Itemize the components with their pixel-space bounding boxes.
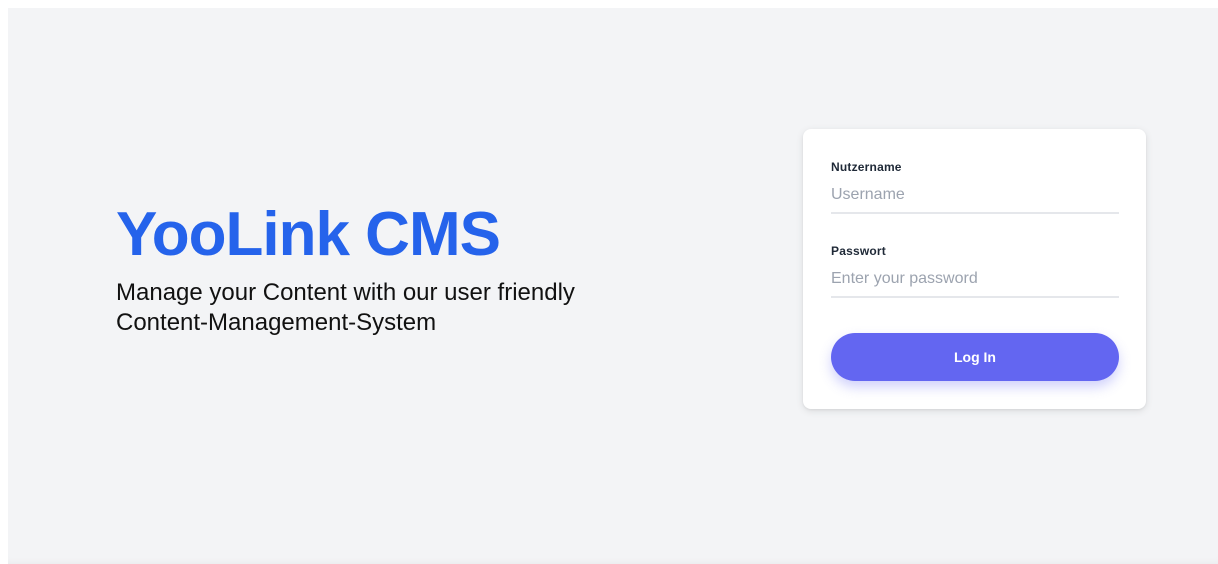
login-card: Nutzername Passwort Log In bbox=[803, 129, 1146, 409]
brand-title: YooLink CMS bbox=[116, 200, 501, 269]
page-background: YooLink CMS Manage your Content with our… bbox=[8, 8, 1218, 564]
password-field-group: Passwort bbox=[831, 244, 1119, 298]
username-field-group: Nutzername bbox=[831, 160, 1119, 214]
username-input[interactable] bbox=[831, 178, 1119, 214]
username-label: Nutzername bbox=[831, 160, 902, 174]
login-button[interactable]: Log In bbox=[831, 333, 1119, 381]
password-input[interactable] bbox=[831, 262, 1119, 298]
hero-section: YooLink CMS Manage your Content with our… bbox=[116, 198, 636, 338]
password-label: Passwort bbox=[831, 244, 886, 258]
tagline: Manage your Content with our user friend… bbox=[116, 279, 575, 336]
